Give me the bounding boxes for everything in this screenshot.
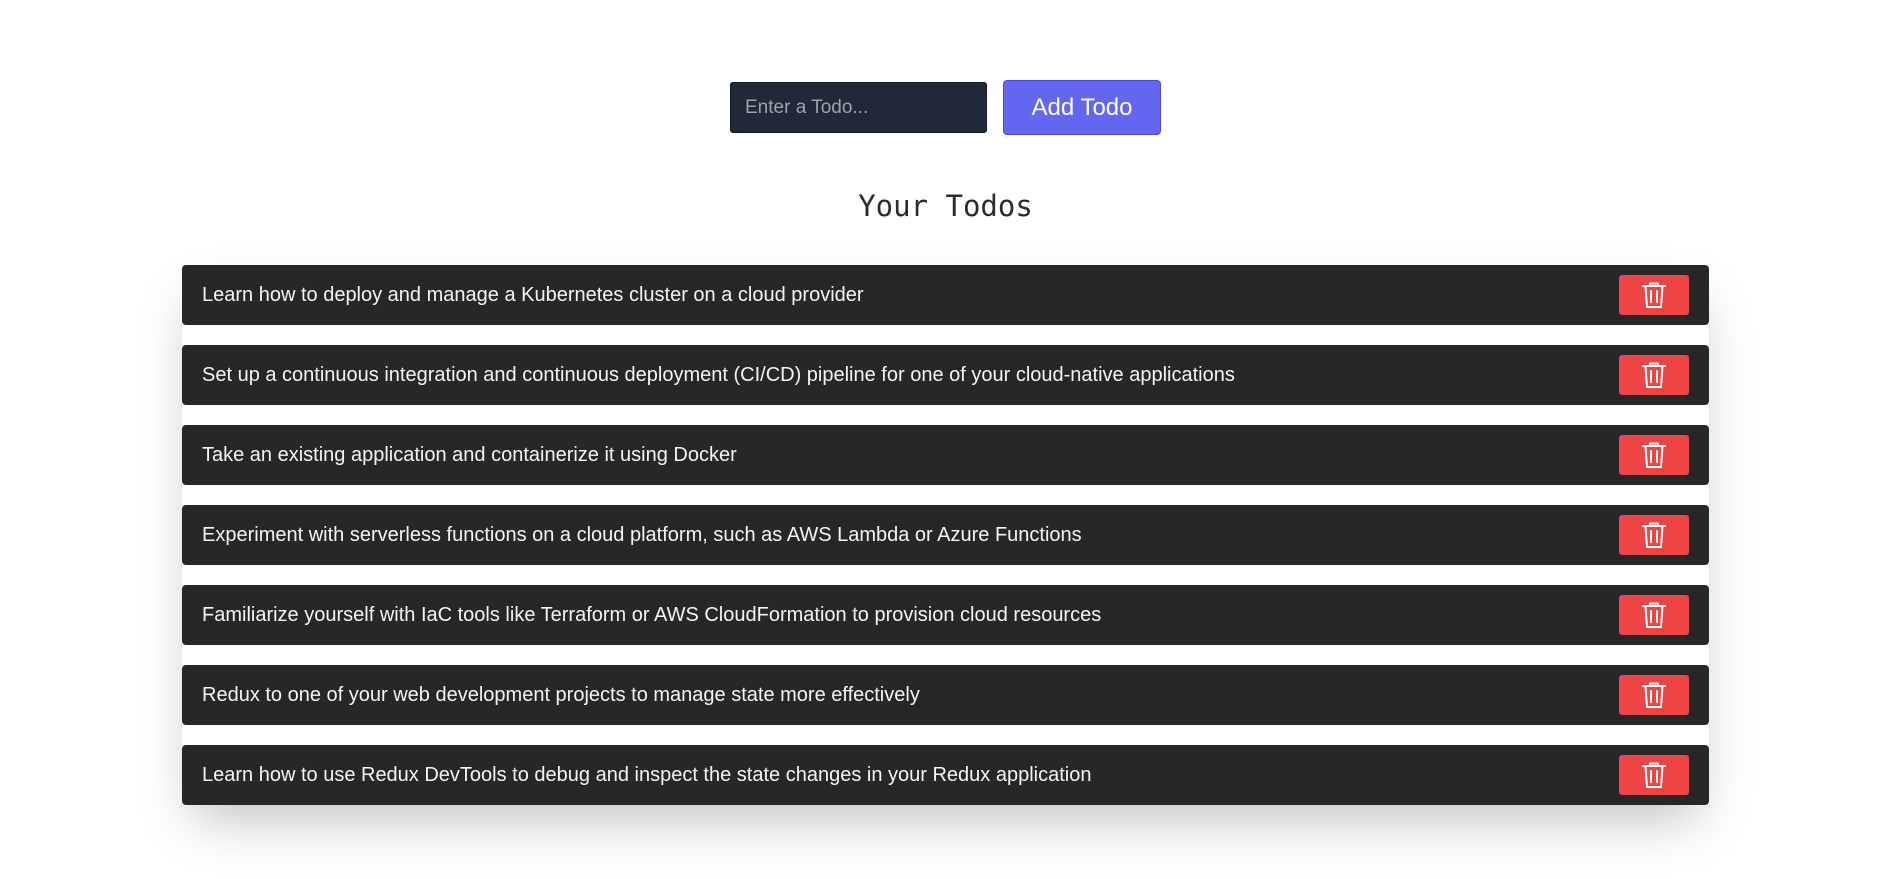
add-todo-form: Add Todo	[0, 80, 1891, 135]
delete-todo-button[interactable]	[1619, 515, 1689, 555]
trash-icon	[1642, 682, 1666, 708]
add-todo-button[interactable]: Add Todo	[1003, 80, 1161, 135]
todo-item: Learn how to deploy and manage a Kuberne…	[182, 265, 1709, 325]
trash-icon	[1642, 362, 1666, 388]
todo-item: Set up a continuous integration and cont…	[182, 345, 1709, 405]
todo-input[interactable]	[730, 82, 987, 133]
trash-icon	[1642, 282, 1666, 308]
todo-text: Learn how to deploy and manage a Kuberne…	[202, 283, 864, 306]
todo-text: Learn how to use Redux DevTools to debug…	[202, 763, 1092, 786]
todo-text: Familiarize yourself with IaC tools like…	[202, 603, 1102, 626]
todo-item: Learn how to use Redux DevTools to debug…	[182, 745, 1709, 805]
delete-todo-button[interactable]	[1619, 275, 1689, 315]
todo-list: Learn how to deploy and manage a Kuberne…	[182, 265, 1709, 805]
todo-item: Experiment with serverless functions on …	[182, 505, 1709, 565]
todo-item: Familiarize yourself with IaC tools like…	[182, 585, 1709, 645]
page-title: Your Todos	[858, 189, 1033, 223]
trash-icon	[1642, 442, 1666, 468]
delete-todo-button[interactable]	[1619, 675, 1689, 715]
todo-item: Take an existing application and contain…	[182, 425, 1709, 485]
delete-todo-button[interactable]	[1619, 355, 1689, 395]
trash-icon	[1642, 522, 1666, 548]
todo-text: Experiment with serverless functions on …	[202, 523, 1082, 546]
delete-todo-button[interactable]	[1619, 435, 1689, 475]
todo-item: Redux to one of your web development pro…	[182, 665, 1709, 725]
todo-text: Redux to one of your web development pro…	[202, 683, 920, 706]
todo-text: Take an existing application and contain…	[202, 443, 737, 466]
trash-icon	[1642, 762, 1666, 788]
delete-todo-button[interactable]	[1619, 595, 1689, 635]
delete-todo-button[interactable]	[1619, 755, 1689, 795]
trash-icon	[1642, 602, 1666, 628]
todo-text: Set up a continuous integration and cont…	[202, 363, 1235, 386]
